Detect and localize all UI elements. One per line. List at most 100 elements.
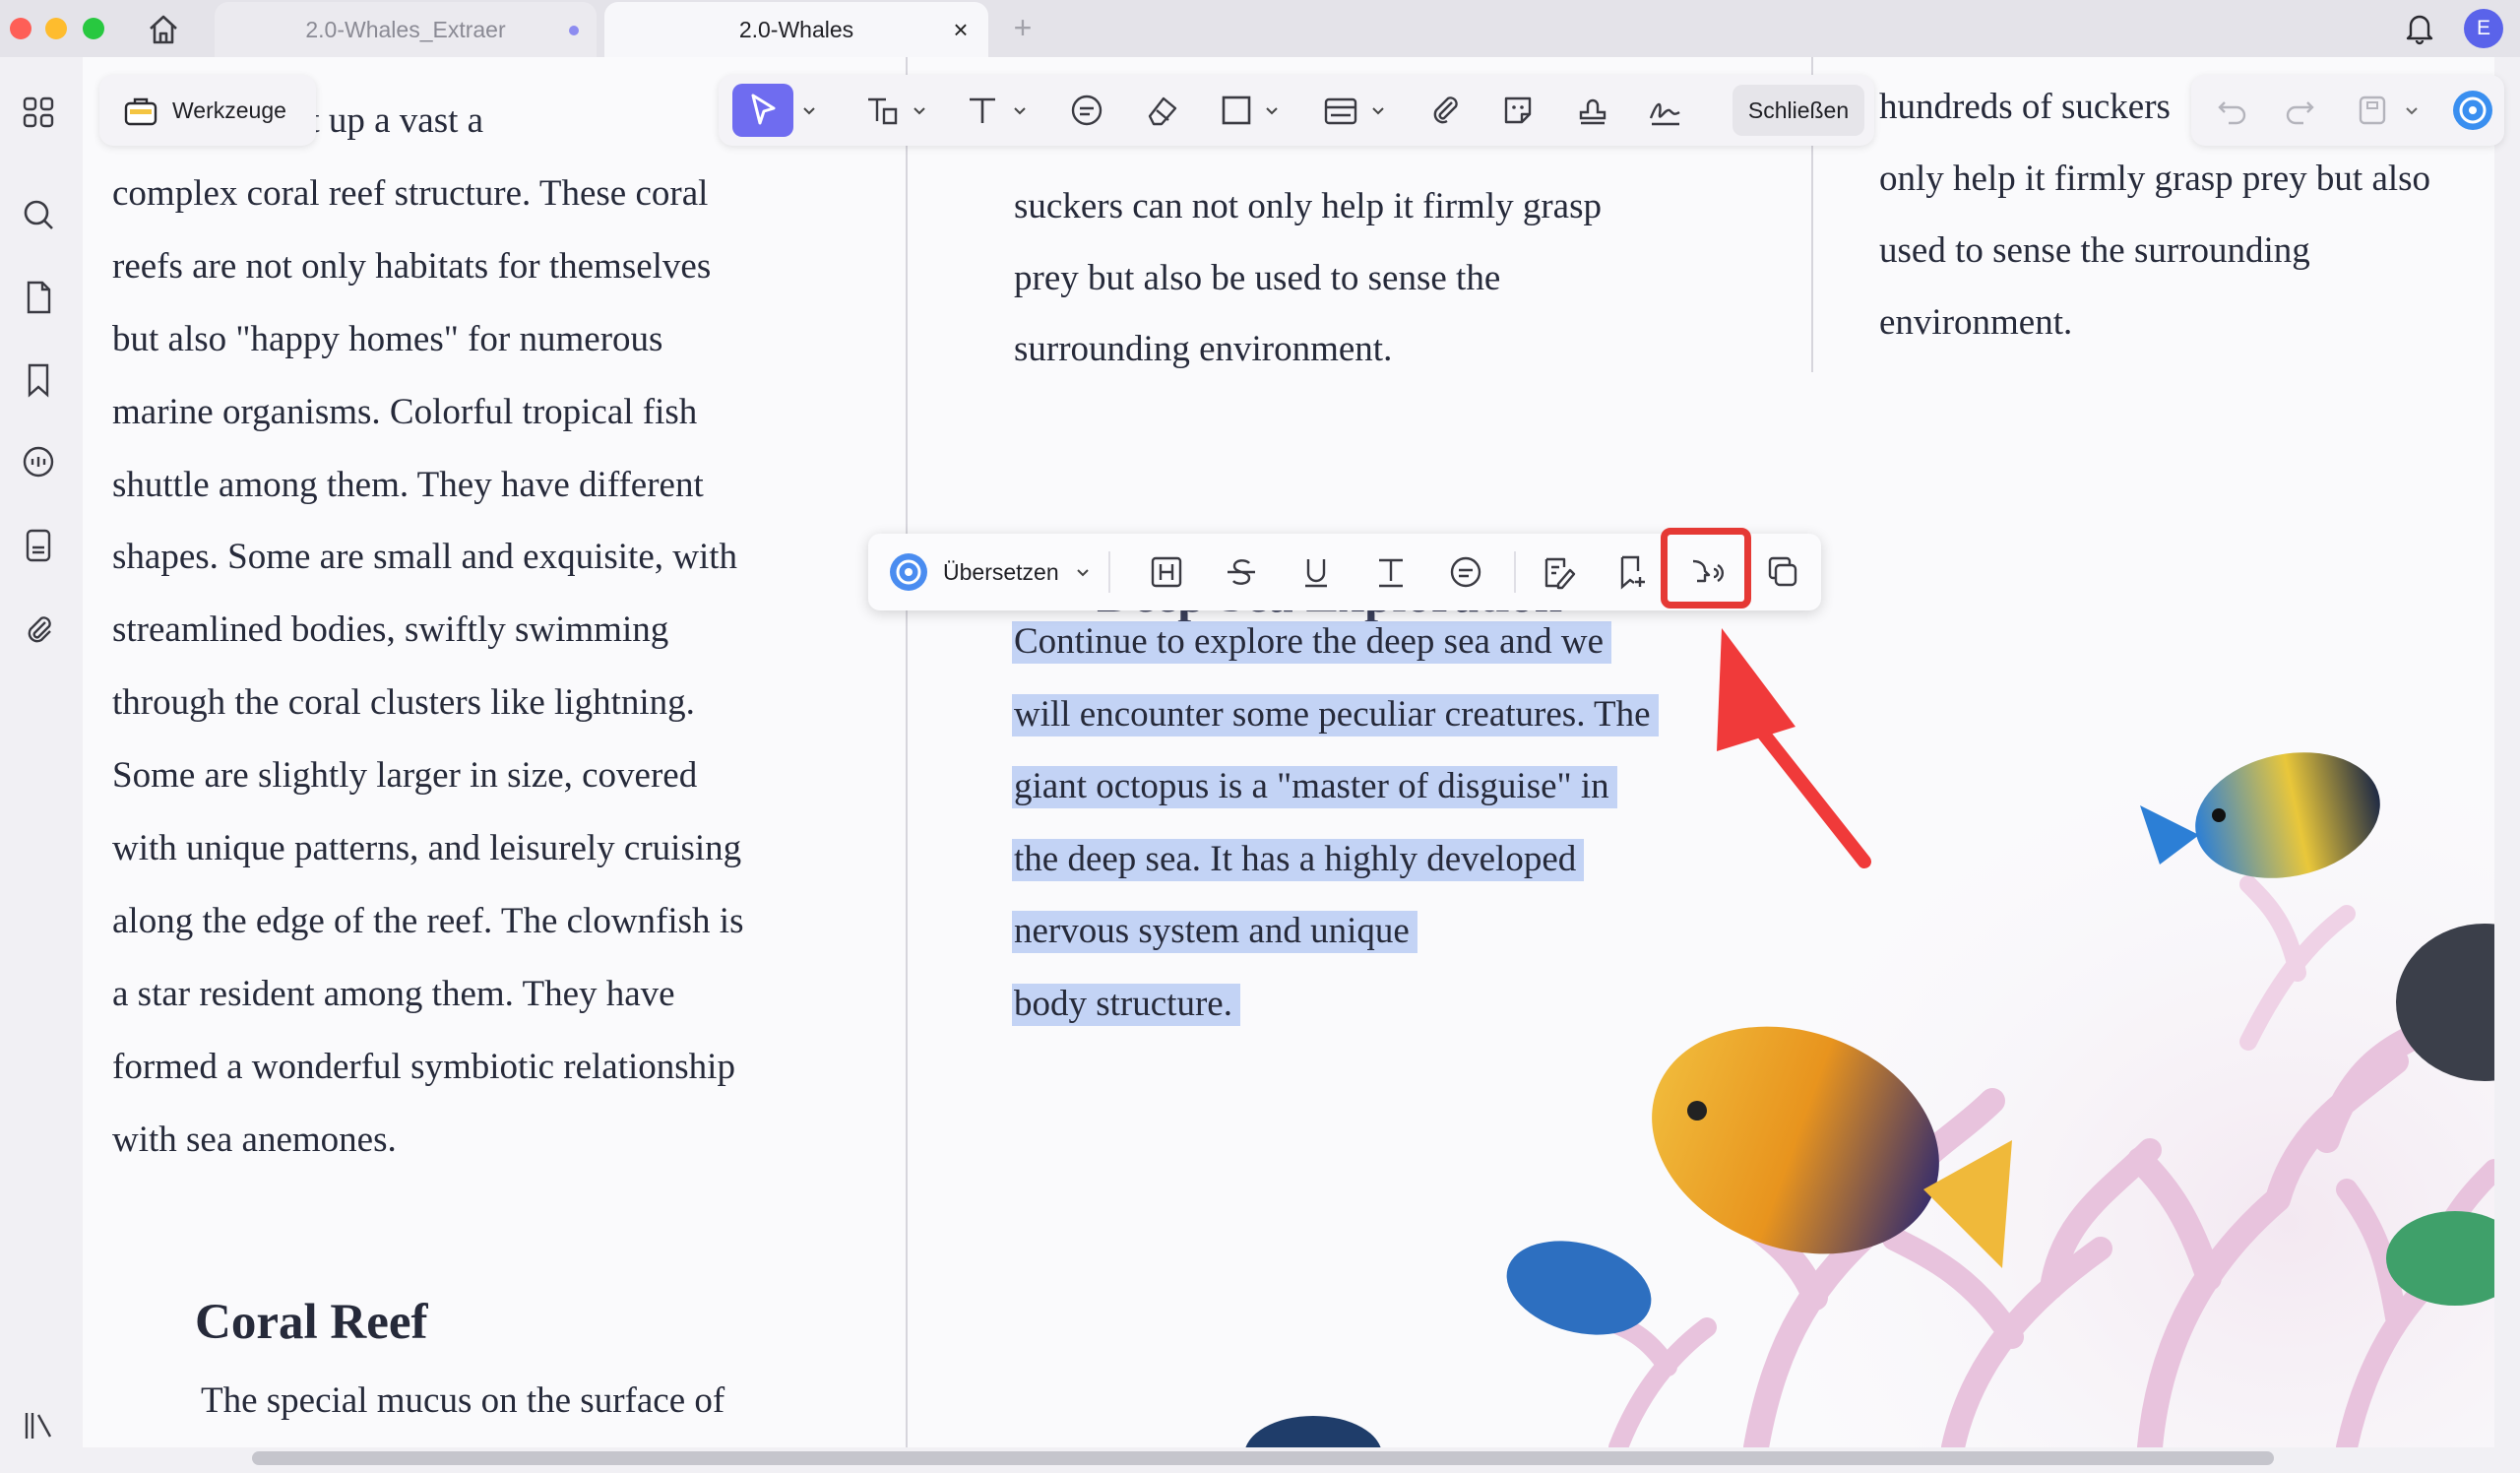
comment-icon[interactable] (1445, 551, 1486, 593)
text-box-icon[interactable] (862, 91, 902, 130)
text-line: complex coral reef structure. These cora… (112, 171, 708, 217)
stamp-icon[interactable] (1573, 91, 1612, 130)
strikethrough-icon[interactable] (1221, 551, 1262, 593)
home-icon[interactable] (144, 10, 183, 49)
selected-text-line[interactable]: nervous system and unique (1012, 911, 1418, 953)
chevron-down-icon[interactable] (799, 100, 819, 120)
tab-whales-extraer[interactable]: 2.0-Whales_Extraer (215, 2, 597, 57)
zoom-window-button[interactable] (83, 18, 104, 39)
squiggly-text-icon[interactable] (1370, 551, 1412, 593)
comments-icon[interactable] (19, 443, 58, 482)
text-line: shuttle among them. They have different (112, 463, 704, 508)
thumbnails-grid-icon[interactable] (19, 93, 58, 132)
text-line-content: a star resident among them. They have (112, 973, 675, 1014)
search-icon[interactable] (19, 195, 58, 234)
heading-coral-reef: Coral Reef (195, 1295, 428, 1350)
text-line: streamlined bodies, swiftly swimming (112, 608, 668, 653)
annotation-toolbar: Schließen (719, 75, 1874, 146)
ai-assistant-icon[interactable] (2451, 89, 2494, 132)
highlight-icon[interactable] (1146, 551, 1187, 593)
text-line: nervous system and unique (1012, 909, 1418, 954)
text-line-content: shuttle among them. They have different (112, 464, 704, 505)
text-line-content: but also "happy homes" for numerous (112, 318, 663, 359)
text-line: suckers can not only help it firmly gras… (1014, 184, 1602, 229)
text-line-content: formed a wonderful symbiotic relationshi… (112, 1046, 735, 1087)
attachment-icon[interactable] (19, 608, 58, 648)
library-icon[interactable] (19, 1406, 58, 1445)
pages-icon[interactable] (19, 278, 58, 317)
close-tab-icon[interactable]: × (947, 16, 975, 43)
text-line: reefs are not only habitats for themselv… (112, 244, 711, 289)
selected-text-line[interactable]: will encounter some peculiar creatures. … (1012, 693, 1659, 736)
unsaved-dot-icon (569, 26, 579, 35)
text-line-content: used to sense the surrounding (1879, 230, 2310, 271)
save-icon[interactable] (2353, 91, 2392, 130)
underline-icon[interactable] (1295, 551, 1337, 593)
text-line-content: along the edge of the reef. The clownfis… (112, 900, 744, 941)
chevron-down-icon[interactable] (1262, 100, 1282, 120)
undo-icon[interactable] (2213, 91, 2252, 130)
text-icon[interactable] (963, 91, 1002, 130)
selected-text-line[interactable]: giant octopus is a "master of disguise" … (1012, 766, 1617, 808)
title-bar: 2.0-Whales_Extraer 2.0-Whales × + E (0, 0, 2520, 57)
sticker-icon[interactable] (1498, 91, 1538, 130)
avatar[interactable]: E (2464, 9, 2503, 48)
chevron-down-icon[interactable] (1010, 100, 1030, 120)
close-window-button[interactable] (10, 18, 32, 39)
chevron-down-icon[interactable] (1368, 100, 1388, 120)
eraser-icon[interactable] (1142, 91, 1181, 130)
attachment-icon[interactable] (1425, 91, 1465, 130)
translate-label: Übersetzen (943, 558, 1059, 585)
text-line-content: only help it firmly grasp prey but also (1879, 159, 2431, 199)
toolbar-separator (1108, 551, 1110, 593)
tab-whales[interactable]: 2.0-Whales × (604, 2, 988, 57)
text-line: body structure. (1012, 982, 1240, 1027)
close-toolbar-button[interactable]: Schließen (1732, 85, 1864, 136)
rectangle-icon[interactable] (1217, 91, 1256, 130)
top-right-toolbar (2191, 75, 2504, 146)
signature-icon[interactable] (1646, 91, 1685, 130)
text-line-content: prey but also be used to sense the (1014, 257, 1501, 298)
new-tab-icon[interactable]: + (1006, 10, 1040, 45)
minimize-window-button[interactable] (45, 18, 67, 39)
text-line-content: through the coral clusters like lightnin… (112, 682, 695, 724)
tab-label: 2.0-Whales_Extraer (305, 16, 506, 42)
stamp-bar-icon[interactable] (1321, 91, 1360, 130)
text-line: with unique patterns, and leisurely crui… (112, 826, 741, 871)
text-line: hundreds of suckers (1879, 85, 2171, 130)
tools-label: Werkzeuge (172, 96, 286, 123)
text-line-content: with sea anemones. (112, 1119, 397, 1160)
select-tool-button[interactable] (732, 84, 793, 137)
selected-text-line[interactable]: Continue to explore the deep sea and we (1012, 621, 1611, 664)
tools-menu-button[interactable]: Werkzeuge (99, 75, 316, 146)
chevron-down-icon[interactable] (2402, 100, 2422, 120)
text-line: a star resident among them. They have (112, 972, 675, 1017)
document-organize-icon[interactable] (19, 526, 58, 565)
redo-icon[interactable] (2280, 91, 2319, 130)
text-line: along the edge of the reef. The clownfis… (112, 899, 743, 944)
chevron-down-icon (1076, 569, 1089, 577)
text-line: environment. (1879, 300, 2072, 346)
text-line-content: marine organisms. Colorful tropical fish (112, 391, 698, 432)
chevron-down-icon[interactable] (910, 100, 929, 120)
text-line-content: environment. (1879, 302, 2073, 343)
document-canvas[interactable]: me, have built up a vast acomplex coral … (83, 57, 2494, 1447)
edit-note-icon[interactable] (1538, 551, 1579, 593)
bell-icon[interactable] (2400, 8, 2439, 47)
text-line-content: reefs are not only habitats for themselv… (112, 245, 712, 287)
bookmark-icon[interactable] (19, 360, 58, 400)
text-line: the deep sea. It has a highly developed (1012, 837, 1585, 882)
toolbar-separator (1514, 551, 1516, 593)
horizontal-scrollbar[interactable] (252, 1451, 2274, 1465)
add-bookmark-icon[interactable] (1612, 551, 1654, 593)
close-label: Schließen (1747, 96, 1850, 123)
text-line-content: Some are slightly larger in size, covere… (112, 755, 698, 797)
selected-text-line[interactable]: the deep sea. It has a highly developed (1012, 838, 1585, 881)
tab-label: 2.0-Whales (738, 16, 854, 42)
translate-button[interactable]: Übersetzen (888, 549, 1093, 595)
copy-icon[interactable] (1762, 551, 1803, 593)
column-divider (906, 57, 908, 1447)
selected-text-line[interactable]: body structure. (1012, 983, 1240, 1026)
comment-icon[interactable] (1067, 91, 1106, 130)
text-line: only help it firmly grasp prey but also (1879, 157, 2430, 202)
